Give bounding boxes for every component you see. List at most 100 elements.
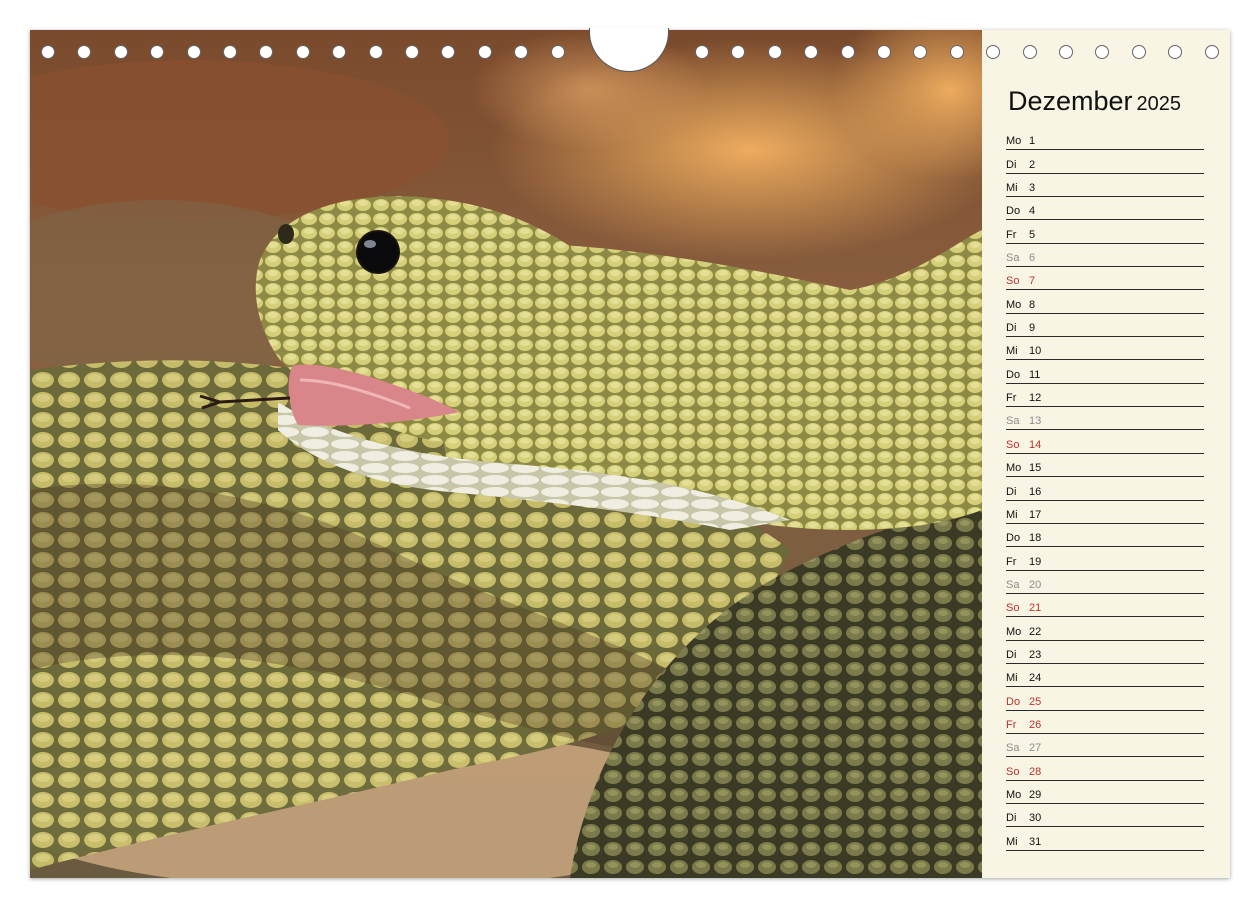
day-number: 30 (1029, 812, 1042, 825)
day-row: Mi 31 (1006, 827, 1204, 851)
day-row: Fr 19 (1006, 547, 1204, 571)
day-row: Di 16 (1006, 477, 1204, 501)
weekday-label: Di (1006, 485, 1017, 498)
day-row: Do 18 (1006, 524, 1204, 548)
day-number: 11 (1029, 368, 1041, 381)
day-row: Do 11 (1006, 360, 1204, 384)
weekday-label: Mi (1006, 182, 1018, 195)
day-row: So 28 (1006, 757, 1204, 781)
day-row: Mi 24 (1006, 664, 1204, 688)
day-number: 12 (1029, 392, 1042, 405)
day-row: Mi 10 (1006, 337, 1204, 361)
day-number: 13 (1029, 415, 1042, 428)
calendar-page: Dezember 2025 Mo 1 Di 2 Mi 3 Do 4 Fr 5 Sa 6 So 7 Mo 8 Di 9… (30, 30, 1230, 878)
weekday-label: Sa (1006, 742, 1020, 755)
day-row: Fr 26 (1006, 711, 1204, 734)
weekday-label: So (1006, 438, 1020, 451)
weekday-label: Sa (1006, 252, 1020, 265)
month-title: Dezember 2025 (1008, 86, 1181, 117)
day-row: Sa 13 (1006, 407, 1204, 431)
day-number: 22 (1029, 625, 1042, 638)
day-row: Di 2 (1006, 150, 1204, 174)
day-number: 18 (1029, 532, 1042, 545)
day-number: 23 (1029, 648, 1042, 661)
weekday-label: Do (1006, 532, 1021, 545)
day-number: 5 (1029, 228, 1036, 241)
day-number: 20 (1029, 578, 1042, 591)
weekday-label: So (1006, 765, 1020, 778)
day-number: 3 (1029, 182, 1036, 195)
weekday-label: Sa (1006, 578, 1020, 591)
day-number: 14 (1029, 438, 1042, 451)
day-row: Di 9 (1006, 314, 1204, 338)
day-row: Fr 5 (1006, 220, 1204, 244)
day-row: Mi 3 (1006, 174, 1204, 198)
weekday-label: Mo (1006, 788, 1022, 801)
day-row: Di 23 (1006, 641, 1204, 664)
weekday-label: Mi (1006, 508, 1018, 521)
day-row: Sa 27 (1006, 734, 1204, 758)
weekday-label: Mo (1006, 135, 1022, 148)
day-row: Mo 22 (1006, 617, 1204, 641)
day-row: Di 30 (1006, 804, 1204, 828)
weekday-label: Di (1006, 158, 1017, 171)
weekday-label: Di (1006, 322, 1017, 335)
day-row: Mo 15 (1006, 454, 1204, 478)
day-number: 7 (1029, 275, 1036, 288)
day-row: Sa 20 (1006, 571, 1204, 594)
day-number: 9 (1029, 322, 1036, 335)
weekday-label: Mo (1006, 462, 1022, 475)
day-number: 27 (1029, 742, 1042, 755)
day-number: 21 (1029, 602, 1042, 615)
weekday-label: Fr (1006, 555, 1017, 568)
weekday-label: Mi (1006, 672, 1018, 685)
day-list: Mo 1 Di 2 Mi 3 Do 4 Fr 5 Sa 6 So 7 Mo 8 Di 9 Mi 10 Do 11 Fr 12 S… (1006, 127, 1204, 851)
day-number: 25 (1029, 695, 1042, 708)
day-row: So 21 (1006, 594, 1204, 618)
snake-photo (30, 30, 982, 878)
day-number: 17 (1029, 508, 1042, 521)
weekday-label: So (1006, 275, 1020, 288)
day-number: 2 (1029, 158, 1036, 171)
weekday-label: Sa (1006, 415, 1020, 428)
weekday-label: Do (1006, 695, 1021, 708)
day-row: So 14 (1006, 430, 1204, 454)
day-number: 1 (1029, 135, 1036, 148)
weekday-label: Fr (1006, 718, 1017, 731)
day-row: Mi 17 (1006, 501, 1204, 524)
day-number: 24 (1029, 672, 1042, 685)
weekday-label: Do (1006, 368, 1021, 381)
year-label: 2025 (1136, 93, 1182, 115)
day-number: 29 (1029, 788, 1042, 801)
day-number: 31 (1029, 835, 1042, 848)
day-row: Do 25 (1006, 687, 1204, 711)
day-row: Do 4 (1006, 197, 1204, 221)
weekday-label: So (1006, 602, 1020, 615)
weekday-label: Di (1006, 648, 1017, 661)
snake-image (30, 30, 982, 878)
day-number: 19 (1029, 555, 1042, 568)
day-number: 4 (1029, 205, 1036, 218)
day-number: 8 (1029, 298, 1036, 311)
weekday-label: Mi (1006, 345, 1018, 358)
day-row: So 7 (1006, 267, 1204, 291)
day-number: 15 (1029, 462, 1042, 475)
weekday-label: Do (1006, 205, 1021, 218)
day-row: Mo 1 (1006, 127, 1204, 151)
weekday-label: Mo (1006, 298, 1022, 311)
day-number: 6 (1029, 252, 1036, 265)
day-number: 28 (1029, 765, 1042, 778)
day-row: Mo 29 (1006, 781, 1204, 804)
day-number: 10 (1029, 345, 1042, 358)
month-name: Dezember (1008, 86, 1133, 116)
weekday-label: Mo (1006, 625, 1022, 638)
day-row: Fr 12 (1006, 384, 1204, 408)
day-number: 16 (1029, 485, 1042, 498)
day-row: Sa 6 (1006, 244, 1204, 268)
day-row: Mo 8 (1006, 290, 1204, 314)
weekday-label: Fr (1006, 392, 1017, 405)
day-number: 26 (1029, 718, 1042, 731)
weekday-label: Fr (1006, 228, 1017, 241)
calendar-sidebar: Dezember 2025 Mo 1 Di 2 Mi 3 Do 4 Fr 5 Sa 6 So 7 Mo 8 Di 9… (982, 30, 1230, 878)
weekday-label: Di (1006, 812, 1017, 825)
